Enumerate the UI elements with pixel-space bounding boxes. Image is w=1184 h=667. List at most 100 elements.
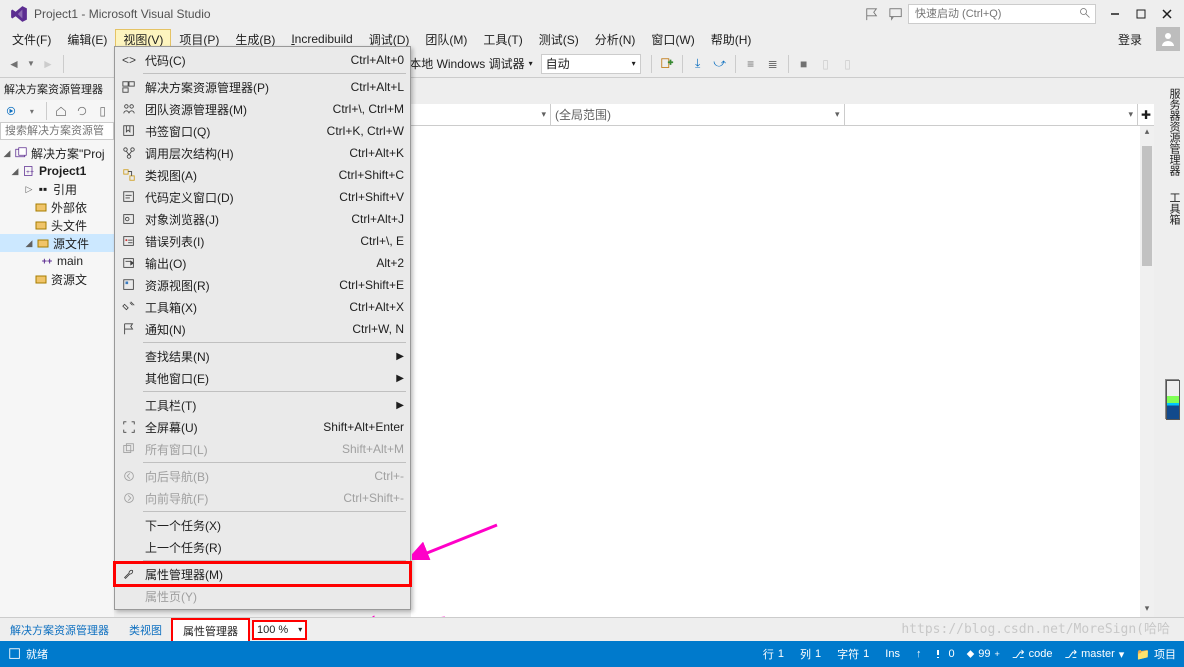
comment-icon[interactable]: ≡ [741,54,761,74]
status-line: 行 1 [763,646,784,662]
menu-test[interactable]: 测试(S) [531,29,587,50]
menu-toolbox[interactable]: 工具箱(X)Ctrl+Alt+X [115,296,410,318]
step-over-icon[interactable]: ⤻ [710,54,730,74]
step-into-icon[interactable]: ⤓ [688,54,708,74]
editor-scope-right[interactable]: ▾ [845,104,1139,125]
menu-fullscreen[interactable]: 全屏幕(U)Shift+Alt+Enter [115,416,410,438]
status-publish-icon[interactable]: ↑ [916,648,922,660]
tree-references[interactable]: ▷▪▪引用 [0,180,114,198]
menu-notifications[interactable]: 通知(N)Ctrl+W, N [115,318,410,340]
chevron-down-icon[interactable]: ▼ [26,54,36,74]
new-file-icon[interactable] [657,54,677,74]
scroll-up-icon[interactable]: ▴ [1140,126,1154,140]
status-repo[interactable]: 📁 项目 [1136,646,1176,662]
toolbox-tab[interactable]: 工具箱 [1164,186,1184,231]
menu-resource-view[interactable]: 资源视图(R)Ctrl+Shift+E [115,274,410,296]
tab-class-view[interactable]: 类视图 [119,619,172,641]
class-icon [121,167,137,183]
status-warnings[interactable]: ⬥ 99+ [967,648,1000,661]
status-col: 列 1 [800,646,821,662]
zoom-select[interactable]: 100 %▾ [253,621,306,639]
menu-property-manager[interactable]: 属性管理器(M) [115,563,410,585]
quick-launch-box[interactable] [908,4,1096,24]
solution-search-input[interactable] [0,122,114,140]
editor-scope-left[interactable]: ▾ [411,104,551,125]
status-errors[interactable]: 0 [933,648,954,660]
menu-edit[interactable]: 编辑(E) [59,29,115,50]
menu-bookmarks[interactable]: 书签窗口(Q)Ctrl+K, Ctrl+W [115,120,410,142]
search-icon [1079,7,1091,22]
tree-main[interactable]: ++main [0,252,114,270]
right-tool-tabs: 服务器资源管理器 工具箱 [1164,78,1184,231]
hierarchy-icon [121,145,137,161]
menu-code[interactable]: <>代码(C)Ctrl+Alt+0 [115,49,410,71]
menu-window[interactable]: 窗口(W) [643,29,702,50]
refresh-icon[interactable] [73,101,92,121]
maximize-button[interactable] [1128,4,1154,24]
close-button[interactable] [1154,4,1180,24]
status-branch[interactable]: ⎇ master ▾ [1064,648,1124,661]
title-bar: Project1 - Microsoft Visual Studio [0,0,1184,28]
config-select[interactable]: 自动▾ [541,54,641,74]
minimize-button[interactable] [1102,4,1128,24]
view-menu-dropdown: <>代码(C)Ctrl+Alt+0 解决方案资源管理器(P)Ctrl+Alt+L… [114,46,411,610]
nav-back-icon[interactable]: ◄ [4,54,24,74]
home-icon[interactable] [2,101,21,121]
solution-search[interactable] [0,122,114,144]
nav-forward-icon[interactable]: ► [38,54,58,74]
editor-scope-mid[interactable]: (全局范围)▾ [551,104,845,125]
bookmark-icon[interactable]: ■ [794,54,814,74]
uncomment-icon[interactable]: ≣ [763,54,783,74]
status-ins: Ins [885,648,900,660]
menu-object-browser[interactable]: 对象浏览器(J)Ctrl+Alt+J [115,208,410,230]
quick-launch-input[interactable] [913,7,1079,21]
solution-toolbar: ▾ ▯ [0,100,114,122]
house-icon[interactable] [52,101,71,121]
start-debug-button[interactable]: ▶ 本地 Windows 调试器 ▾ [390,54,539,74]
solution-icon [121,79,137,95]
collapse-icon[interactable]: ▾ [23,101,42,121]
server-explorer-tab[interactable]: 服务器资源管理器 [1164,82,1184,182]
user-avatar-icon[interactable] [1156,27,1180,51]
flag-icon [121,321,137,337]
feedback-icon[interactable] [888,6,904,22]
menu-output[interactable]: 输出(O)Alt+2 [115,252,410,274]
menu-other-windows[interactable]: 其他窗口(E)▶ [115,367,410,389]
menu-class-view[interactable]: 类视图(A)Ctrl+Shift+C [115,164,410,186]
tree-sources[interactable]: ◢源文件 [0,234,114,252]
tab-property-manager[interactable]: 属性管理器 [172,619,249,643]
menu-call-hierarchy[interactable]: 调用层次结构(H)Ctrl+Alt+K [115,142,410,164]
tree-headers[interactable]: 头文件 [0,216,114,234]
menu-error-list[interactable]: 错误列表(I)Ctrl+\, E [115,230,410,252]
vs-logo-icon [10,5,28,23]
menu-solution-explorer[interactable]: 解决方案资源管理器(P)Ctrl+Alt+L [115,76,410,98]
tab-solution-explorer[interactable]: 解决方案资源管理器 [0,619,119,641]
notification-flag-icon[interactable] [864,6,880,22]
menu-prev-task[interactable]: 上一个任务(R) [115,536,410,558]
scroll-thumb[interactable] [1142,146,1152,266]
menu-find-results[interactable]: 查找结果(N)▶ [115,345,410,367]
menu-file[interactable]: 文件(F) [4,29,59,50]
tree-resources[interactable]: 资源文 [0,270,114,288]
tree-solution-node[interactable]: ◢解决方案"Proj [0,144,114,162]
menu-team-explorer[interactable]: 团队资源管理器(M)Ctrl+\, Ctrl+M [115,98,410,120]
scroll-down-icon[interactable]: ▾ [1140,603,1154,617]
error-list-icon [121,233,137,249]
menu-tools[interactable]: 工具(T) [475,29,530,50]
pin-icon[interactable]: ▯ [816,54,836,74]
tree-project-node[interactable]: ◢++Project1 [0,162,114,180]
editor-area[interactable]: ▴ ▾ [411,126,1154,617]
show-all-icon[interactable]: ▯ [93,101,112,121]
tree-external[interactable]: 外部依 [0,198,114,216]
more-icon[interactable]: ▯ [838,54,858,74]
menu-toolbars[interactable]: 工具栏(T)▶ [115,394,410,416]
menu-help[interactable]: 帮助(H) [703,29,760,50]
editor-scrollbar[interactable]: ▴ ▾ [1140,126,1154,617]
login-link[interactable]: 登录 [1110,29,1150,50]
bookmark-window-icon [121,123,137,139]
status-source-control[interactable]: ⎇ code [1012,648,1053,661]
menu-analyze[interactable]: 分析(N) [587,29,644,50]
menu-code-def[interactable]: 代码定义窗口(D)Ctrl+Shift+V [115,186,410,208]
menu-next-task[interactable]: 下一个任务(X) [115,514,410,536]
menu-team[interactable]: 团队(M) [417,29,475,50]
